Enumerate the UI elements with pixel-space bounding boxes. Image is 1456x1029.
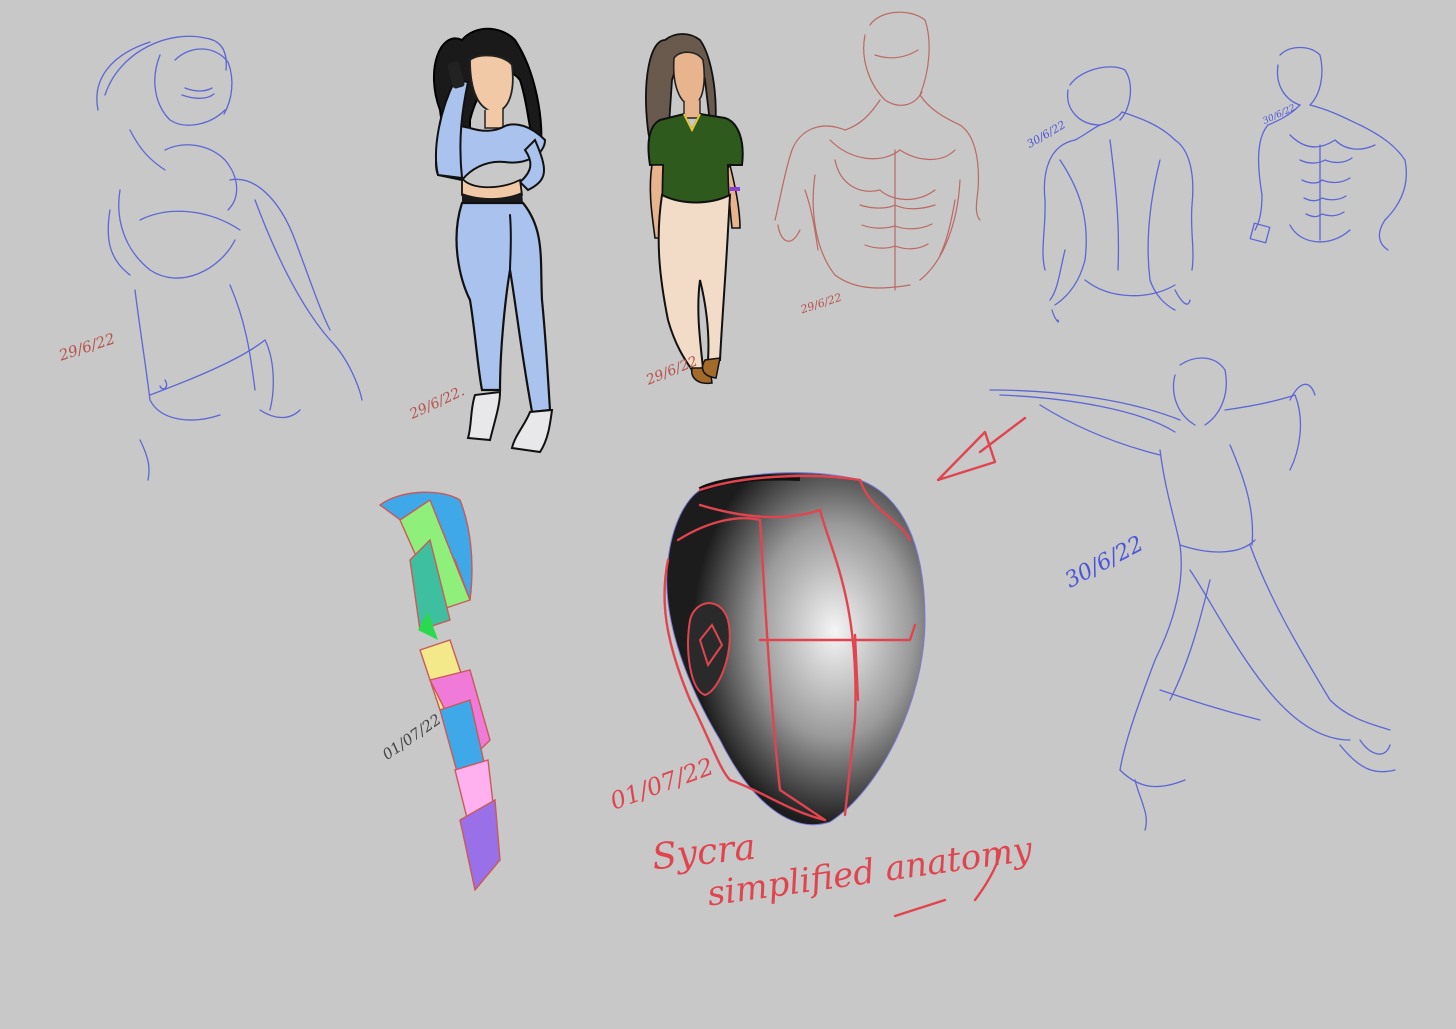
woman-green-shirt-drawing bbox=[645, 33, 744, 385]
colored-arm-planes-drawing bbox=[378, 491, 501, 892]
sketch-canvas: 29/6/22 29/6/22. 29/6/22 29/6/22 30/6/22… bbox=[0, 0, 1456, 1029]
male-front-blue-sketch bbox=[1249, 46, 1407, 251]
female-gesture-sketch bbox=[96, 35, 363, 481]
red-arrow-sketch bbox=[936, 416, 1027, 482]
dynamic-pose-blue-sketch bbox=[989, 357, 1396, 831]
male-torso-red-sketch bbox=[774, 11, 981, 291]
male-back-blue-sketch bbox=[1042, 66, 1194, 323]
